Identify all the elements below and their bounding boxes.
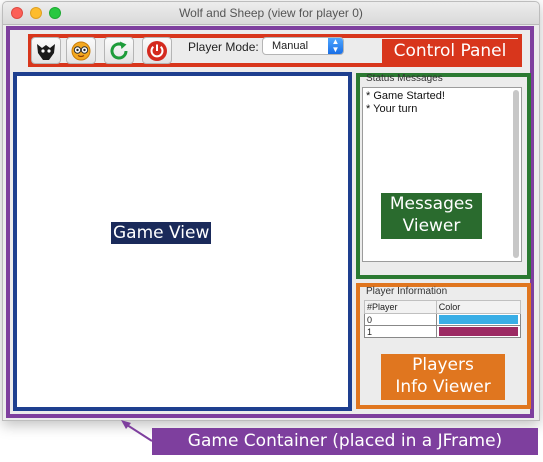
pointer-arrow	[121, 420, 153, 442]
game-container-tag: Game Container (placed in a JFrame)	[152, 428, 538, 455]
